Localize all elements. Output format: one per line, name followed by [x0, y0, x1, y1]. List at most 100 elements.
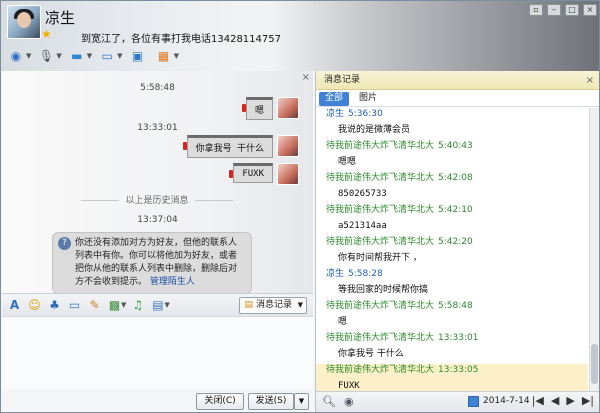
history-message: 嗯 — [338, 317, 348, 327]
calendar-icon[interactable] — [468, 396, 479, 407]
apps-icon[interactable]: ▦ — [153, 47, 175, 65]
message-time: 13:37:04 — [137, 215, 178, 225]
history-entry[interactable]: 待我前途伟大炸飞清华北大 5:42:10 a521314aa — [316, 204, 588, 236]
history-entry[interactable]: 凉生 5:58:28 等我回家的时候帮你搞 — [316, 268, 588, 300]
history-time: 5:36:30 — [348, 109, 383, 119]
history-entry[interactable]: 待我前途伟大炸飞清华北大 5:42:08 850265733 — [316, 172, 588, 204]
close-window-button[interactable]: × — [583, 4, 597, 16]
search-icon[interactable]: 🔍︎ — [322, 395, 336, 408]
speaker-icon[interactable]: ◉ — [344, 395, 354, 408]
message-row: FUXK — [229, 163, 299, 185]
history-message: 等我回家的时候帮你搞 — [338, 285, 429, 295]
history-message: a521314aa — [338, 221, 387, 231]
message-time: 13:33:01 — [137, 123, 178, 133]
message-input[interactable] — [2, 317, 313, 389]
history-date[interactable]: 2014-7-14 — [483, 396, 530, 406]
info-icon: ? — [58, 237, 71, 250]
history-entry[interactable]: 待我前途伟大炸飞清华北大 5:42:20 你有时间帮我开下 ， — [316, 236, 588, 268]
screen-share-icon[interactable]: ▣ — [127, 47, 149, 65]
message-bubble[interactable]: FUXK — [229, 163, 273, 183]
history-sender-name: 待我前途伟大炸飞清华北大 — [326, 333, 435, 343]
chevron-down-icon[interactable]: ▼ — [121, 301, 126, 309]
history-entry[interactable]: 待我前途伟大炸飞清华北大 13:33:01 你拿我号 干什么 — [316, 332, 588, 364]
history-entry[interactable]: 待我前途伟大炸飞清华北大 5:40:43 嗯嗯 — [316, 140, 588, 172]
font-icon[interactable]: A — [6, 297, 23, 314]
avatar[interactable] — [277, 163, 299, 185]
send-button[interactable]: 发送(S) — [248, 393, 294, 410]
chevron-down-icon[interactable]: ▼ — [164, 301, 169, 309]
chevron-down-icon[interactable]: ▼ — [174, 52, 179, 60]
next-page-button[interactable]: ▶ — [566, 394, 574, 407]
history-time: 5:58:48 — [438, 301, 473, 311]
chevron-down-icon[interactable]: ▼ — [56, 52, 61, 60]
message-history-panel: 消息记录 × 全部 图片 凉生 5:36:30 我说的是微薄会员 待我前途伟大炸飞清华… — [315, 71, 599, 412]
history-sender-name: 凉生 — [326, 109, 345, 119]
history-sender: 凉生 5:58:28 — [316, 268, 588, 281]
close-icon[interactable]: × — [586, 71, 594, 90]
message-time: 5:58:48 — [140, 83, 175, 93]
chat-history-pane[interactable]: × 5:58:48 嗯 13:33:01 你拿我号 干什么 FUXK 以上是历史… — [2, 71, 313, 293]
history-sender-name: 待我前途伟大炸飞清华北大 — [326, 237, 435, 247]
message-bubble[interactable]: 嗯 — [241, 97, 273, 120]
top-toolbar: ◉ ▼ 🎙 ▼ ▬ ▼ ▭ ▼ ▣ ▦ ▼ — [5, 47, 179, 65]
microphone-icon[interactable]: 🎙 — [35, 47, 57, 65]
history-scrollbar[interactable] — [589, 108, 599, 391]
avatar[interactable] — [277, 135, 299, 157]
history-sender-name: 待我前途伟大炸飞清华北大 — [326, 141, 435, 151]
contact-signature: 到宽江了，各位有事打我电话13428114757 — [81, 34, 281, 45]
history-message: 你有时间帮我开下 ， — [338, 253, 422, 263]
tab-images[interactable]: 图片 — [353, 92, 383, 106]
contact-avatar[interactable] — [7, 5, 41, 39]
close-button[interactable]: 关闭(C) — [196, 393, 244, 410]
window-icon[interactable]: ▭ — [66, 297, 83, 314]
history-sender: 待我前途伟大炸飞清华北大 5:42:08 — [316, 172, 588, 185]
history-message: 你拿我号 干什么 — [338, 349, 404, 359]
history-icon: ▤ — [244, 300, 253, 310]
system-notice: ? 你还没有添加对方为好友，但他的联系人列表中有你。你可以将他加为好友，或者把你… — [52, 232, 252, 293]
chevron-down-icon[interactable]: ▼ — [87, 52, 92, 60]
minimize-button[interactable]: – — [547, 4, 561, 16]
manage-strangers-link[interactable]: 管理陌生人 — [150, 277, 195, 287]
history-entry[interactable]: 待我前途伟大炸飞清华北大 13:33:05 FUXK — [316, 364, 588, 391]
chevron-down-icon[interactable]: ▼ — [26, 52, 31, 60]
message-log-button[interactable]: ▤ 消息记录 ▼ — [239, 297, 307, 314]
chevron-down-icon[interactable]: ▼ — [117, 52, 122, 60]
chevron-down-icon[interactable]: ▼ — [298, 298, 303, 313]
history-entry[interactable]: 待我前途伟大炸飞清华北大 5:58:48 嗯 — [316, 300, 588, 332]
history-sender: 待我前途伟大炸飞清华北大 5:58:48 — [316, 300, 588, 313]
camera-icon[interactable]: ◉ — [5, 47, 27, 65]
folder-icon[interactable]: ▬ — [66, 47, 88, 65]
history-time: 13:33:05 — [438, 365, 479, 375]
header: ★ 凉生 到宽江了，各位有事打我电话13428114757 ▫ – □ × ◉ … — [1, 1, 599, 71]
shake-icon[interactable]: ♣ — [46, 297, 63, 314]
scrollbar-thumb[interactable] — [591, 344, 598, 384]
history-time: 13:33:01 — [438, 333, 479, 343]
history-sender-name: 待我前途伟大炸飞清华北大 — [326, 205, 435, 215]
message-row: 你拿我号 干什么 — [182, 135, 299, 158]
history-time: 5:42:08 — [438, 173, 473, 183]
contact-name[interactable]: 凉生 — [45, 7, 75, 28]
prev-page-button[interactable]: ◀ — [551, 394, 559, 407]
skin-button[interactable]: ▫ — [529, 4, 543, 16]
music-icon[interactable]: ♫ — [129, 297, 146, 314]
history-entry[interactable]: 凉生 5:36:30 我说的是微薄会员 — [316, 108, 588, 140]
history-sender: 待我前途伟大炸飞清华北大 5:42:10 — [316, 204, 588, 217]
avatar[interactable] — [277, 97, 299, 119]
history-sender-name: 待我前途伟大炸飞清华北大 — [326, 301, 435, 311]
send-options-button[interactable]: ▼ — [294, 393, 309, 410]
emoji-icon[interactable]: ☺ — [26, 297, 43, 314]
message-log-label: 消息记录 — [255, 300, 292, 310]
message-bubble[interactable]: 你拿我号 干什么 — [182, 135, 273, 158]
history-sender: 待我前途伟大炸飞清华北大 13:33:05 — [316, 364, 588, 377]
history-list[interactable]: 凉生 5:36:30 我说的是微薄会员 待我前途伟大炸飞清华北大 5:40:43 嗯嗯 待我… — [316, 108, 588, 391]
first-page-button[interactable]: |◀ — [532, 394, 544, 407]
history-message: FUXK — [338, 381, 360, 391]
maximize-button[interactable]: □ — [565, 4, 579, 16]
tab-all[interactable]: 全部 — [319, 92, 350, 106]
close-icon[interactable]: × — [302, 72, 310, 83]
edit-icon[interactable]: ✎ — [86, 297, 103, 314]
last-page-button[interactable]: ▶| — [582, 394, 594, 407]
history-sender: 凉生 5:36:30 — [316, 108, 588, 121]
remote-desktop-icon[interactable]: ▭ — [96, 47, 118, 65]
history-time: 5:42:20 — [438, 237, 473, 247]
